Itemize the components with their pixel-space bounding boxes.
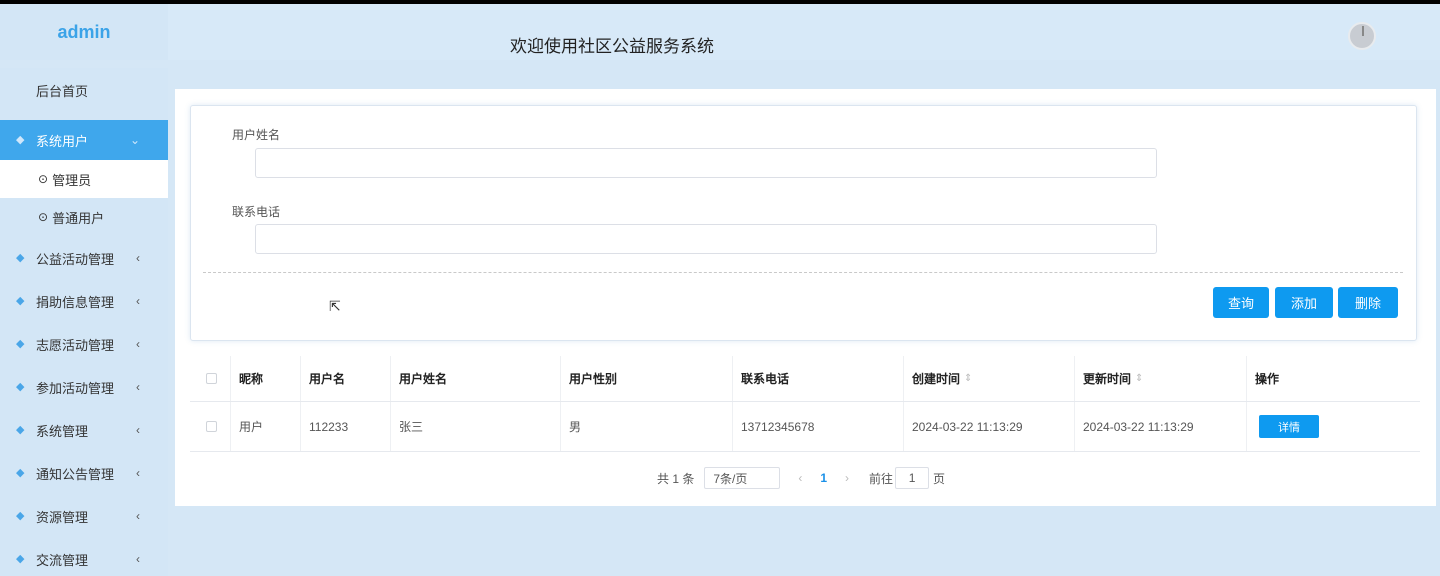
sidebar-subitem-normal-user[interactable]: ⊙ 普通用户: [0, 198, 168, 236]
pagination-total: 共 1 条: [657, 471, 695, 486]
goto-label: 前往: [869, 471, 894, 486]
sidebar-item-label: 资源管理: [36, 509, 89, 525]
sidebar-item-join-activity[interactable]: ◆ 参加活动管理 ‹: [0, 367, 168, 407]
name-input[interactable]: [255, 148, 1157, 178]
cell-gender: 男: [560, 402, 732, 451]
column-header-label: 更新时间: [1083, 372, 1132, 386]
prev-page-icon[interactable]: ‹: [798, 471, 802, 485]
sidebar-item-label: 参加活动管理: [36, 380, 115, 396]
gem-icon: ◆: [16, 338, 25, 350]
brand-logo[interactable]: admin: [0, 4, 168, 60]
main-content: 用户姓名 联系电话 ⇱ 查询 添加 删除 昵称 用户名 用户姓名 用户性别 联系…: [175, 89, 1436, 506]
gem-icon: ◆: [16, 252, 25, 264]
add-button[interactable]: 添加: [1275, 287, 1333, 318]
table-header: 昵称 用户名 用户姓名 用户性别 联系电话 创建时间 ⇕ 更新时间 ⇕ 操作: [190, 356, 1420, 402]
chevron-left-icon: ‹: [136, 423, 140, 437]
sidebar-item-exchange[interactable]: ◆ 交流管理 ‹: [0, 539, 168, 576]
column-header-label: 创建时间: [912, 372, 961, 386]
sidebar-item-charity-activity[interactable]: ◆ 公益活动管理 ‹: [0, 238, 168, 278]
select-all-checkbox[interactable]: [206, 373, 217, 384]
top-bar: admin 欢迎使用社区公益服务系统: [0, 4, 1440, 60]
pagination: 共 1 条 7条/页 ‹ 1 › 前往 1 页: [657, 466, 945, 490]
gem-icon: ◆: [16, 424, 25, 436]
chevron-down-icon: ⌄: [129, 133, 140, 147]
sidebar-item-donation[interactable]: ◆ 捐助信息管理 ‹: [0, 281, 168, 321]
sidebar-item-volunteer[interactable]: ◆ 志愿活动管理 ‹: [0, 324, 168, 364]
goto-page-input[interactable]: 1: [895, 467, 930, 489]
cell-created: 2024-03-22 11:13:29: [903, 402, 1074, 451]
chevron-left-icon: ‹: [136, 380, 140, 394]
name-field-label: 用户姓名: [232, 128, 281, 142]
page-unit-label: 页: [933, 471, 946, 486]
phone-field-label: 联系电话: [232, 205, 281, 219]
gem-icon: ◆: [16, 134, 25, 146]
sidebar: 后台首页 ◆ 系统用户 ⌄ ⊙ 管理员 ⊙ 普通用户 ◆ 公益活动管理 ‹ ◆ …: [0, 68, 168, 576]
chevron-left-icon: ‹: [136, 466, 140, 480]
column-header: 操作: [1246, 356, 1420, 401]
phone-input[interactable]: [255, 224, 1157, 254]
query-button[interactable]: 查询: [1213, 287, 1269, 318]
gem-icon: ◆: [16, 381, 25, 393]
row-select-cell: [190, 402, 230, 451]
sidebar-item-label: 通知公告管理: [36, 466, 115, 482]
sidebar-subitem-label: 普通用户: [52, 210, 105, 226]
gem-icon: ◆: [16, 467, 25, 479]
delete-button[interactable]: 删除: [1338, 287, 1398, 318]
chevron-left-icon: ‹: [136, 509, 140, 523]
sort-icon[interactable]: ⇕: [964, 373, 972, 384]
chevron-left-icon: ‹: [136, 294, 140, 308]
gem-icon: ◆: [16, 295, 25, 307]
detail-button[interactable]: 详情: [1259, 415, 1319, 438]
column-header: 用户名: [300, 356, 390, 401]
search-form: 用户姓名 联系电话 ⇱ 查询 添加 删除: [190, 105, 1417, 341]
sidebar-item-label: 志愿活动管理: [36, 337, 115, 353]
gem-icon: ◆: [16, 510, 25, 522]
avatar[interactable]: [1348, 22, 1376, 50]
column-header: 用户姓名: [390, 356, 560, 401]
sort-icon[interactable]: ⇕: [1135, 373, 1143, 384]
select-all-cell: [190, 356, 230, 401]
cell-updated: 2024-03-22 11:13:29: [1074, 402, 1246, 451]
sidebar-item-system-manage[interactable]: ◆ 系统管理 ‹: [0, 410, 168, 450]
row-checkbox[interactable]: [206, 421, 217, 432]
sidebar-item-label: 系统管理: [36, 423, 89, 439]
cell-realname: 张三: [390, 402, 560, 451]
next-page-icon[interactable]: ›: [845, 471, 849, 485]
chevron-left-icon: ‹: [136, 337, 140, 351]
sidebar-item-home[interactable]: 后台首页: [0, 70, 168, 110]
sidebar-item-resource[interactable]: ◆ 资源管理 ‹: [0, 496, 168, 536]
sidebar-item-label: 公益活动管理: [36, 251, 115, 267]
column-header-sortable[interactable]: 创建时间 ⇕: [903, 356, 1074, 401]
sidebar-item-label: 交流管理: [36, 552, 89, 568]
sidebar-item-system-users[interactable]: ◆ 系统用户 ⌄: [0, 120, 168, 160]
gem-icon: ◆: [16, 553, 25, 565]
cell-username: 112233: [300, 402, 390, 451]
mouse-cursor-icon: ⇱: [329, 298, 341, 314]
check-circle-icon: ⊙: [38, 210, 49, 224]
sidebar-subitem-label: 管理员: [52, 172, 92, 188]
column-header: 联系电话: [732, 356, 903, 401]
column-header-sortable[interactable]: 更新时间 ⇕: [1074, 356, 1246, 401]
table-row: 用户 112233 张三 男 13712345678 2024-03-22 11…: [190, 402, 1420, 452]
sidebar-item-label: 捐助信息管理: [36, 294, 115, 310]
form-divider: [203, 272, 1403, 273]
cell-phone: 13712345678: [732, 402, 903, 451]
page-size-select[interactable]: 7条/页: [704, 467, 781, 489]
page-title: 欢迎使用社区公益服务系统: [510, 37, 714, 57]
chevron-left-icon: ‹: [136, 251, 140, 265]
page-number[interactable]: 1: [820, 471, 827, 485]
sidebar-item-label: 后台首页: [36, 83, 89, 99]
cell-nickname: 用户: [230, 402, 300, 451]
chevron-left-icon: ‹: [136, 552, 140, 566]
sidebar-item-notice[interactable]: ◆ 通知公告管理 ‹: [0, 453, 168, 493]
column-header: 昵称: [230, 356, 300, 401]
sidebar-item-label: 系统用户: [36, 133, 89, 149]
check-circle-icon: ⊙: [38, 172, 49, 186]
sidebar-subitem-admin[interactable]: ⊙ 管理员: [0, 160, 168, 198]
cell-action: 详情: [1246, 402, 1420, 451]
column-header: 用户性别: [560, 356, 732, 401]
